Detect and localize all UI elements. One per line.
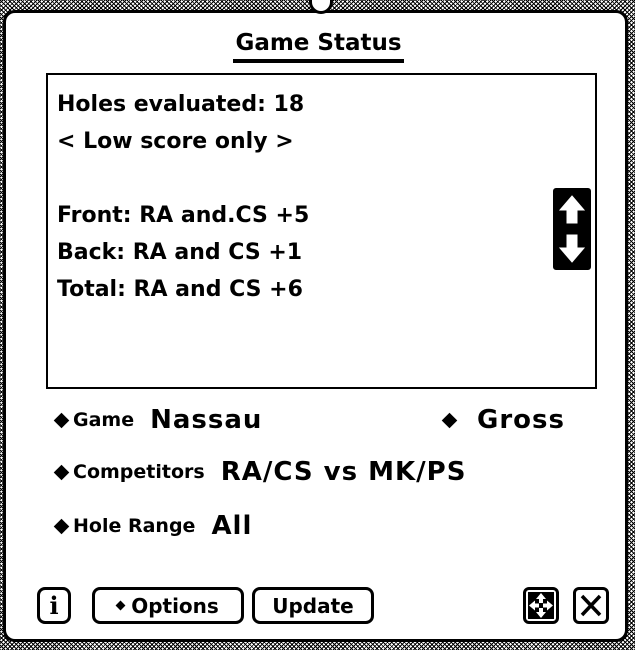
title-container: Game Status [6,29,625,63]
window-title: Game Status [233,29,404,63]
scoring-field[interactable]: Gross [441,405,565,435]
front-result-line: Front: RA and.CS +5 [57,203,310,228]
scoring-value: Gross [477,405,565,435]
status-text-area[interactable]: Holes evaluated: 18 < Low score only > F… [46,73,597,389]
scroll-arrows-icon[interactable] [553,188,591,270]
move-icon[interactable] [523,587,559,624]
competitors-field[interactable]: Competitors RA/CS vs MK/PS [53,457,467,487]
competitors-value: RA/CS vs MK/PS [220,457,467,487]
holes-evaluated-line: Holes evaluated: 18 [57,92,305,117]
info-button[interactable]: i [37,587,71,624]
back-result-line: Back: RA and CS +1 [57,240,303,265]
status-lines: Holes evaluated: 18 < Low score only > F… [57,86,309,308]
low-score-line: < Low score only > [57,129,294,154]
total-result-line: Total: RA and CS +6 [57,277,303,302]
competitors-label: Competitors [73,461,205,483]
hole-range-value: All [211,511,253,541]
options-button[interactable]: Options [92,587,244,624]
competitors-diamond-icon [53,464,70,480]
scoring-diamond-icon [441,412,458,428]
game-label: Game [73,409,135,431]
options-label: Options [131,593,219,618]
game-diamond-icon [53,412,70,428]
hole-range-label: Hole Range [73,515,196,537]
game-field[interactable]: Game Nassau [53,405,263,435]
game-value: Nassau [150,405,263,435]
hole-range-field[interactable]: Hole Range All [53,511,253,541]
close-icon[interactable] [573,587,609,624]
game-status-window: Game Status Holes evaluated: 18 < Low sc… [3,10,628,642]
options-diamond-icon [115,600,126,611]
hole-range-diamond-icon [53,518,70,534]
update-button[interactable]: Update [252,587,374,624]
